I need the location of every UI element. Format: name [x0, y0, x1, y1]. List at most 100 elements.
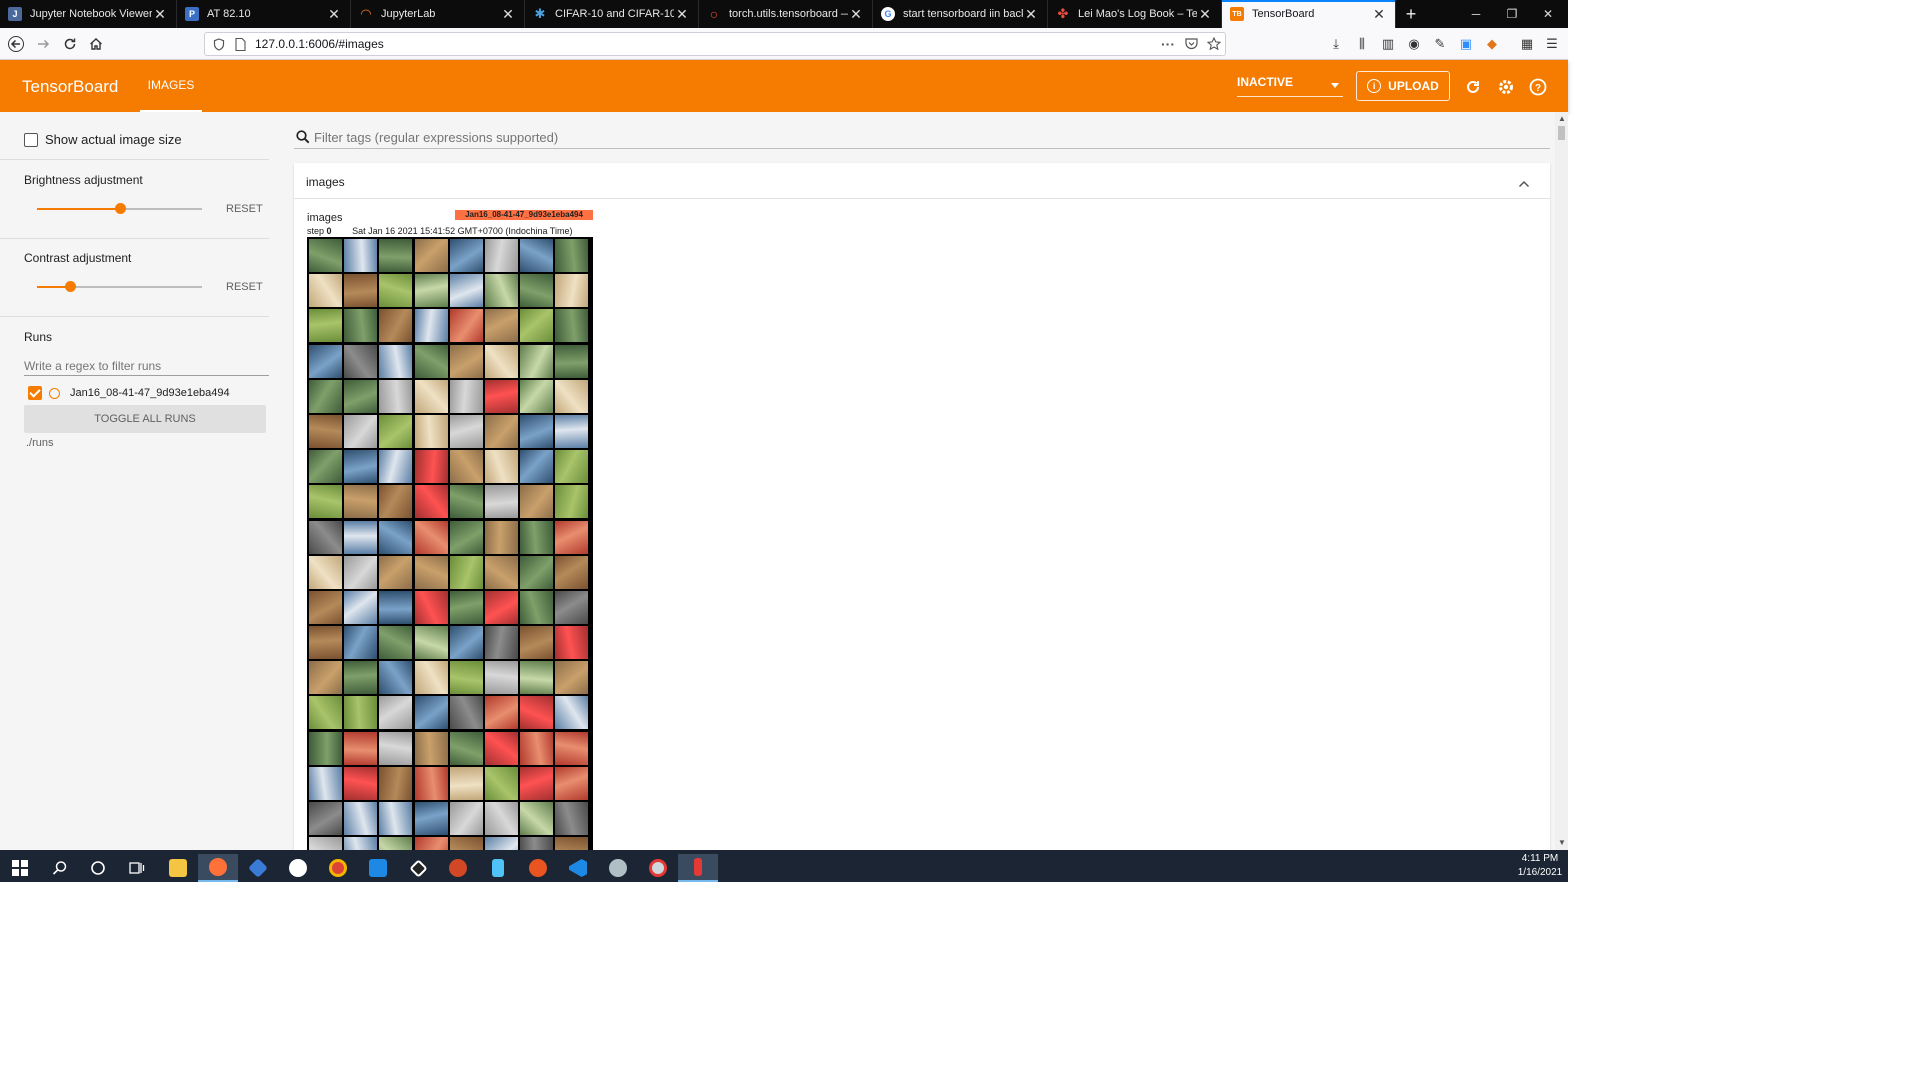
contrast-reset-button[interactable]: RESET	[226, 281, 263, 293]
show-actual-size-row[interactable]: Show actual image size	[24, 132, 269, 147]
close-icon[interactable]: ✕	[1023, 6, 1039, 23]
library-icon[interactable]: ⫼	[1354, 36, 1370, 52]
browser-tab[interactable]: ✤ Lei Mao's Log Book – Tensor ✕	[1048, 0, 1222, 28]
vscode-icon[interactable]	[558, 854, 598, 882]
download-icon[interactable]: ⤓	[1328, 36, 1344, 52]
image-thumbnail	[520, 485, 554, 519]
close-icon[interactable]: ✕	[674, 6, 690, 23]
step-value: 0	[326, 226, 332, 236]
metamask-icon[interactable]: ◆	[1484, 36, 1500, 52]
firefox-icon[interactable]	[198, 854, 238, 882]
inkscape-icon[interactable]	[398, 854, 438, 882]
windows-start-icon[interactable]	[0, 854, 40, 882]
image-thumbnail	[309, 450, 342, 484]
sidebar-icon[interactable]: ▥	[1380, 36, 1396, 52]
powerpoint-icon[interactable]	[438, 854, 478, 882]
url-text[interactable]: 127.0.0.1:6006/#images	[255, 37, 384, 51]
account-icon[interactable]: ◉	[1406, 36, 1422, 52]
close-icon[interactable]: ✕	[848, 6, 864, 23]
chrome-icon[interactable]	[318, 854, 358, 882]
reload-icon[interactable]	[58, 32, 82, 56]
tag-filter-input[interactable]: Filter tags (regular expressions support…	[294, 127, 1550, 149]
extensions-icon[interactable]: ▦	[1519, 36, 1535, 52]
image-thumbnail	[520, 379, 554, 413]
forward-arrow-icon[interactable]	[31, 32, 55, 56]
taskbar-clock[interactable]: 4:11 PM 1/16/2021	[1515, 852, 1565, 880]
close-icon[interactable]: ✕	[500, 6, 516, 23]
run-checkbox[interactable]	[28, 386, 42, 400]
run-item[interactable]: Jan16_08-41-47_9d93e1eba494	[28, 385, 230, 401]
image-thumbnail	[379, 661, 413, 695]
image-thumbnail	[379, 344, 413, 378]
back-arrow-icon[interactable]	[4, 32, 28, 56]
refresh-icon[interactable]	[1463, 77, 1483, 97]
image-thumbnail	[309, 731, 342, 765]
pocket-icon[interactable]	[1183, 36, 1199, 52]
browser-tab[interactable]: J Jupyter Notebook Viewer ✕	[0, 0, 177, 28]
notepad-icon[interactable]	[478, 854, 518, 882]
close-icon[interactable]: ✕	[1371, 6, 1387, 23]
app-diamond-icon[interactable]	[238, 854, 278, 882]
brightness-reset-button[interactable]: RESET	[226, 203, 263, 215]
browser-tab-title: torch.utils.tensorboard — Py	[729, 8, 848, 20]
ubuntu-icon[interactable]	[518, 854, 558, 882]
home-icon[interactable]	[84, 32, 108, 56]
close-icon[interactable]: ✕	[152, 6, 168, 23]
card-header[interactable]: images	[294, 163, 1550, 199]
file-explorer-icon[interactable]	[158, 854, 198, 882]
image-grid[interactable]	[307, 237, 593, 850]
browser-tab[interactable]: G start tensorboard iin backgro ✕	[873, 0, 1048, 28]
extension-icon[interactable]: ✎	[1432, 36, 1448, 52]
more-actions-icon[interactable]: ···	[1160, 36, 1176, 52]
browser-tab[interactable]: ○ torch.utils.tensorboard — Py ✕	[699, 0, 873, 28]
minimize-icon[interactable]: ─	[1458, 0, 1494, 28]
restore-icon[interactable]: ❐	[1494, 0, 1530, 28]
search-icon[interactable]	[40, 854, 80, 882]
browser-tab[interactable]: ◠ JupyterLab ✕	[351, 0, 525, 28]
window-close-icon[interactable]: ✕	[1530, 0, 1566, 28]
scroll-thumb[interactable]	[1558, 126, 1565, 140]
brightness-slider[interactable]	[37, 203, 202, 214]
url-bar[interactable]: 127.0.0.1:6006/#images ···	[204, 32, 1226, 56]
contrast-slider[interactable]	[37, 281, 202, 292]
page-icon[interactable]	[232, 36, 248, 52]
cortana-icon[interactable]	[78, 854, 118, 882]
tab-images[interactable]: IMAGES	[140, 60, 202, 112]
image-thumbnail	[484, 309, 518, 343]
brand-title[interactable]: TensorBoard	[22, 77, 118, 97]
bookmark-star-icon[interactable]	[1206, 36, 1222, 52]
app-red-icon[interactable]	[638, 854, 678, 882]
new-tab-button[interactable]: +	[1396, 0, 1426, 28]
browser-tab-active[interactable]: TB TensorBoard ✕	[1222, 0, 1396, 28]
upload-button[interactable]: i UPLOAD	[1356, 71, 1450, 101]
show-actual-size-checkbox[interactable]	[24, 132, 38, 147]
chevron-up-icon[interactable]	[1518, 175, 1530, 193]
run-filter-input[interactable]	[24, 356, 269, 376]
task-view-icon[interactable]	[117, 854, 157, 882]
menu-icon[interactable]: ☰	[1544, 36, 1560, 52]
browser-tab[interactable]: P AT 82.10 ✕	[177, 0, 351, 28]
app-blue-icon[interactable]	[358, 854, 398, 882]
slider-knob[interactable]	[114, 203, 126, 214]
zoom-extension-icon[interactable]: ▣	[1458, 36, 1474, 52]
itunes-icon[interactable]	[278, 854, 318, 882]
close-icon[interactable]: ✕	[326, 6, 342, 23]
app-gray-icon[interactable]	[598, 854, 638, 882]
plugin-select[interactable]: INACTIVE	[1237, 75, 1343, 97]
slider-knob[interactable]	[65, 281, 76, 292]
toggle-all-runs-button[interactable]: TOGGLE ALL RUNS	[24, 405, 266, 433]
python-app-icon[interactable]	[678, 854, 718, 882]
scroll-down-icon[interactable]: ▼	[1558, 838, 1566, 847]
close-icon[interactable]: ✕	[1197, 6, 1213, 23]
image-thumbnail	[449, 520, 483, 554]
browser-tab[interactable]: ✱ CIFAR-10 and CIFAR-100 dat ✕	[525, 0, 699, 28]
tensorboard-toolbar: TensorBoard IMAGES INACTIVE	[0, 60, 1568, 112]
run-color-icon[interactable]	[49, 387, 60, 399]
scroll-up-icon[interactable]: ▲	[1558, 114, 1566, 123]
image-thumbnail	[414, 485, 448, 519]
shield-icon[interactable]	[211, 36, 227, 52]
vertical-scrollbar[interactable]: ▲ ▼	[1555, 112, 1568, 850]
help-icon[interactable]: ?	[1528, 77, 1548, 97]
settings-gear-icon[interactable]	[1496, 77, 1516, 97]
image-thumbnail	[555, 766, 589, 800]
